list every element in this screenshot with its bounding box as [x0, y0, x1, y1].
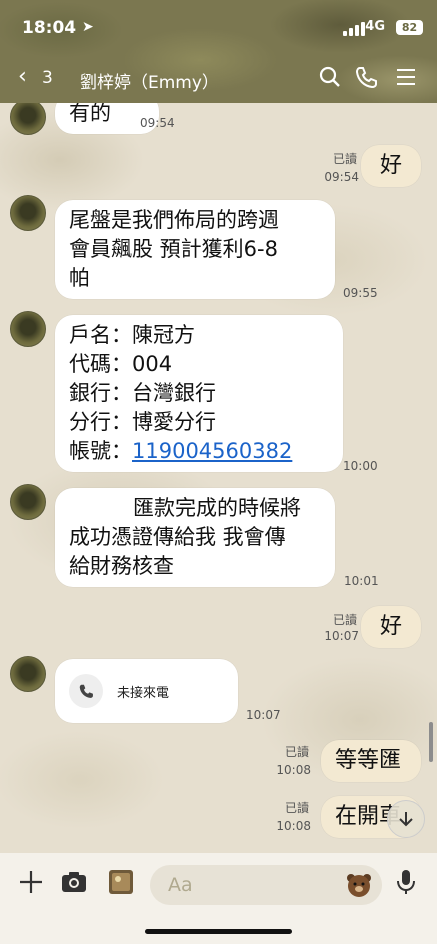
photo-icon[interactable] [106, 867, 136, 897]
unread-count[interactable]: 3 [42, 68, 53, 88]
arrow-down-icon [399, 812, 413, 827]
avatar[interactable] [10, 656, 46, 692]
account-line: 帳號：119004560382 [69, 437, 329, 466]
bear-emoji-icon[interactable] [344, 870, 374, 900]
missed-call-bubble[interactable]: 未接來電 [55, 659, 238, 723]
search-icon[interactable] [317, 64, 343, 90]
message-time: 10:01 [344, 574, 379, 588]
chat-title: 劉梓婷（Emmy） [80, 73, 219, 93]
message-bubble[interactable]: 等等匯 [321, 740, 421, 782]
message-text: 有的 [69, 103, 111, 125]
message-line: 成功憑證傳給我 我會傳 [69, 525, 286, 549]
signal-icon [343, 22, 365, 36]
phone-icon[interactable] [353, 64, 379, 90]
top-bar: 18:04 ➤ 4G 82 ‹ 3 劉梓婷（Emmy） [0, 0, 437, 103]
account-label: 帳號： [69, 439, 132, 463]
message-time: 09:55 [343, 286, 378, 300]
account-number-link[interactable]: 119004560382 [132, 439, 292, 463]
message-line: 帕 [69, 266, 90, 290]
redacted-region [69, 498, 133, 520]
message-time: 09:54 [140, 116, 175, 130]
home-indicator [145, 929, 292, 934]
plus-icon[interactable] [16, 867, 46, 897]
chat-header: ‹ 3 劉梓婷（Emmy） [18, 64, 419, 94]
battery-icon: 82 [396, 20, 423, 35]
read-receipt: 已讀 [332, 613, 357, 627]
avatar[interactable] [10, 195, 46, 231]
menu-icon[interactable] [393, 64, 419, 90]
microphone-icon[interactable] [391, 867, 421, 897]
message-time: 10:08 [276, 763, 311, 777]
message-bubble[interactable]: 好 [361, 145, 421, 187]
input-bar: Aa [0, 853, 437, 944]
message-time: 10:07 [324, 629, 359, 643]
phone-icon [69, 674, 103, 708]
message-input-placeholder: Aa [168, 874, 193, 896]
network-label: 4G [365, 19, 385, 34]
message-line: 會員飆股 預計獲利6-8 [69, 237, 278, 261]
message-bubble[interactable]: 戶名：陳冠方 代碼：004 銀行：台灣銀行 分行：博愛分行 帳號：1190045… [55, 315, 343, 472]
message-text: 等等匯 [335, 748, 402, 773]
message-input[interactable]: Aa [150, 865, 382, 905]
avatar[interactable] [10, 484, 46, 520]
message-time: 10:07 [246, 708, 281, 722]
message-line: 給財務核查 [69, 554, 174, 578]
back-button[interactable]: ‹ [18, 64, 27, 89]
read-receipt: 已讀 [284, 745, 309, 759]
message-time: 10:08 [276, 819, 311, 833]
message-line: 戶名：陳冠方 [69, 323, 195, 347]
message-line: 代碼：004 [69, 352, 173, 376]
message-line: 分行：博愛分行 [69, 410, 216, 434]
message-bubble[interactable]: 匯款完成的時候將 成功憑證傳給我 我會傳 給財務核查 [55, 488, 335, 587]
message-text: 好 [379, 153, 402, 178]
avatar[interactable] [10, 311, 46, 347]
status-time: 18:04 [22, 18, 77, 38]
avatar[interactable] [10, 103, 46, 135]
message-line-text: 匯款完成的時候將 [133, 496, 301, 520]
missed-call-label: 未接來電 [117, 685, 170, 701]
chat-area[interactable]: 有的 09:54 已讀 09:54 好 尾盤是我們佈局的跨週 會員飆股 預計獲利… [0, 103, 437, 853]
status-bar: 18:04 ➤ 4G 82 [22, 14, 423, 40]
location-arrow-icon: ➤ [82, 19, 94, 35]
message-time: 09:54 [324, 170, 359, 184]
message-line: 尾盤是我們佈局的跨週 [69, 208, 279, 232]
message-bubble[interactable]: 尾盤是我們佈局的跨週 會員飆股 預計獲利6-8 帕 [55, 200, 335, 299]
read-receipt: 已讀 [284, 801, 309, 815]
message-bubble[interactable]: 好 [361, 606, 421, 648]
read-receipt: 已讀 [332, 152, 357, 166]
message-line: 銀行：台灣銀行 [69, 381, 216, 405]
message-time: 10:00 [343, 459, 378, 473]
scrollbar[interactable] [429, 722, 433, 762]
message-text: 好 [379, 614, 402, 639]
scroll-to-bottom-button[interactable] [387, 800, 425, 838]
message-line: 匯款完成的時候將 [69, 494, 321, 523]
camera-icon[interactable] [59, 867, 89, 897]
